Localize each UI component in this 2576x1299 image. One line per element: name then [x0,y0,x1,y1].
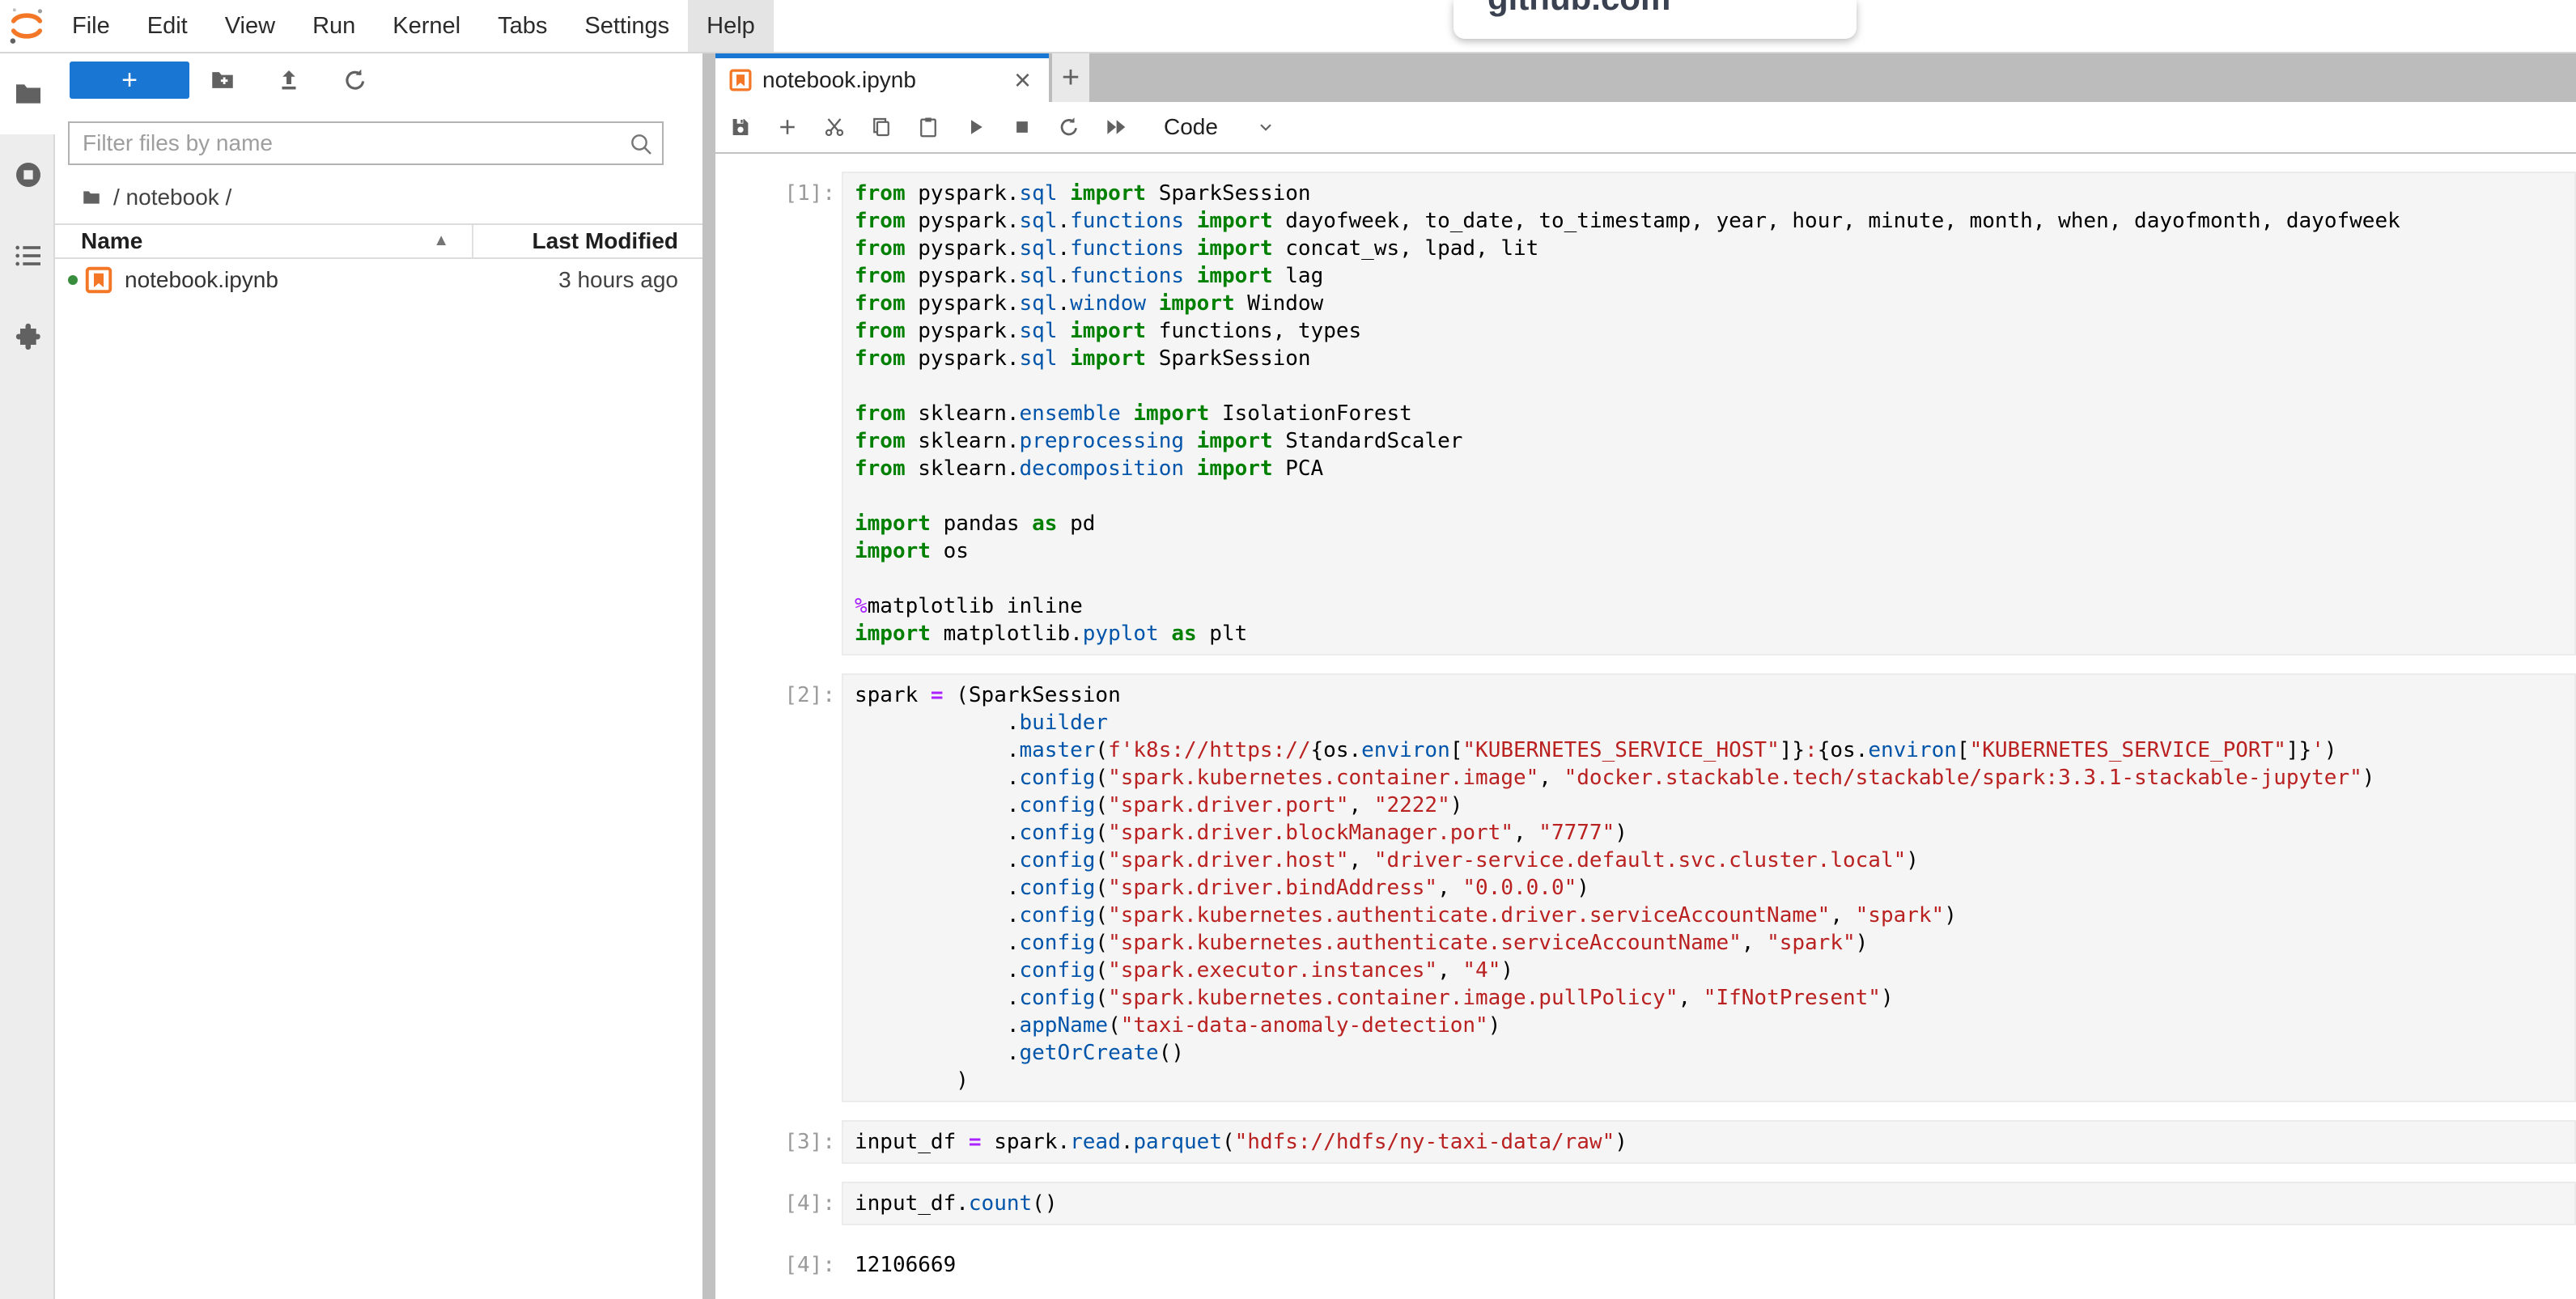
menu-items: FileEditViewRunKernelTabsSettingsHelp [53,0,774,52]
main-area: + / notebook / Name ▲ Last Modified note… [0,53,2576,1299]
notebook-file-icon [728,68,753,92]
file-list-header: Name ▲ Last Modified [55,223,702,259]
restart-icon [1057,115,1081,139]
search-icon [628,131,654,157]
run-all-icon [1104,115,1128,139]
menu-bar: FileEditViewRunKernelTabsSettingsHelp [0,0,2576,53]
column-header-last-modified[interactable]: Last Modified [472,225,702,257]
jupyter-logo-icon [6,5,48,47]
restart-run-all-button[interactable] [1093,103,1139,151]
file-browser-scrollbar[interactable] [702,53,715,1299]
cell-prompt: [4]: [715,1243,842,1287]
kernel-running-dot [68,275,78,285]
home-folder-icon [81,187,102,208]
cell-editor[interactable]: input_df = spark.read.parquet("hdfs://hd… [842,1120,2576,1164]
cell-prompt: [1]: [715,172,842,656]
cell-editor[interactable]: input_df.count() [842,1182,2576,1225]
code-cell-3: [3]:input_df = spark.read.parquet("hdfs:… [715,1120,2576,1164]
refresh-icon [342,66,369,94]
file-row[interactable]: notebook.ipynb3 hours ago [55,261,702,299]
new-folder-icon [209,66,236,94]
add-icon [775,115,800,139]
stop-icon [1010,115,1034,139]
file-name: notebook.ipynb [125,267,472,293]
tab-label: notebook.ipynb [762,67,1009,93]
filter-files-input[interactable] [68,121,664,165]
toc-list-icon [12,240,45,272]
run-icon [963,115,987,139]
cut-cells-button[interactable] [811,103,858,151]
cell-type-dropdown[interactable]: Code [1164,114,1276,140]
dock-panel: notebook.ipynb×+ Code [1]:from pyspark.s… [715,53,2576,1299]
output-cell-5: [4]:12106669 [715,1243,2576,1287]
cut-icon [822,115,847,139]
cell-type-value: Code [1164,114,1218,140]
copy-cells-button[interactable] [858,103,905,151]
activity-bar [0,53,55,1299]
puzzle-icon [12,321,45,353]
cutoff-popup: github.com [1454,0,1857,39]
code-cell-1: [1]:from pyspark.sql import SparkSession… [715,172,2576,656]
interrupt-kernel-button[interactable] [999,103,1046,151]
code-cell-2: [2]:spark = (SparkSession .builder .mast… [715,673,2576,1102]
new-folder-button[interactable] [189,62,256,99]
filter-box [68,121,664,165]
notebook-toolbar-buttons [717,103,1139,151]
cell-editor[interactable]: from pyspark.sql import SparkSessionfrom… [842,172,2576,656]
menu-item-tabs[interactable]: Tabs [479,0,566,52]
menu-item-run[interactable]: Run [294,0,374,52]
file-browser-panel: + / notebook / Name ▲ Last Modified note… [55,53,702,1299]
close-tab-icon[interactable]: × [1009,66,1036,95]
refresh-button[interactable] [322,62,388,99]
popup-text: github.com [1487,0,1670,18]
tab-bar: notebook.ipynb×+ [715,53,2576,102]
sort-ascending-icon: ▲ [433,231,449,250]
sidebar-tab-extension-manager[interactable] [0,296,57,377]
cell-prompt: [3]: [715,1120,842,1164]
file-last-modified: 3 hours ago [472,267,702,293]
notebook-scroll-area[interactable]: [1]:from pyspark.sql import SparkSession… [715,154,2576,1299]
stop-circle-icon [12,159,45,191]
sidebar-tab-running-kernels[interactable] [0,134,57,215]
upload-button[interactable] [256,62,322,99]
file-list: notebook.ipynb3 hours ago [55,261,702,299]
restart-kernel-button[interactable] [1046,103,1093,151]
add-cell-button[interactable] [764,103,811,151]
breadcrumb[interactable]: / notebook / [81,181,231,214]
file-browser-toolbar: + [55,62,702,99]
breadcrumb-path: / notebook / [113,185,231,210]
cell-editor[interactable]: spark = (SparkSession .builder .master(f… [842,673,2576,1102]
save-icon [728,115,753,139]
menu-item-view[interactable]: View [206,0,294,52]
column-header-name[interactable]: Name ▲ [55,228,472,254]
folder-icon [12,78,45,110]
menu-item-file[interactable]: File [53,0,129,52]
sidebar-tab-table-of-contents[interactable] [0,215,57,296]
menu-item-settings[interactable]: Settings [566,0,688,52]
notebook-file-icon [84,265,113,295]
cell-prompt: [2]: [715,673,842,1102]
menu-item-help[interactable]: Help [688,0,774,52]
chevron-down-icon [1255,117,1276,138]
file-browser-toolbar-buttons [189,62,388,99]
run-cell-button[interactable] [952,103,999,151]
tab-notebook.ipynb[interactable]: notebook.ipynb× [715,53,1049,102]
paste-cells-button[interactable] [905,103,952,151]
menu-item-edit[interactable]: Edit [129,0,206,52]
cell-prompt: [4]: [715,1182,842,1225]
paste-icon [916,115,940,139]
menu-item-kernel[interactable]: Kernel [374,0,479,52]
sidebar-tab-file-browser[interactable] [0,53,57,134]
copy-icon [869,115,893,139]
save-button[interactable] [717,103,764,151]
code-cell-4: [4]:input_df.count() [715,1182,2576,1225]
notebook-toolbar: Code [715,102,2576,154]
new-launcher-button[interactable]: + [70,62,189,99]
upload-icon [275,66,303,94]
new-tab-button[interactable]: + [1052,53,1089,102]
jupyter-logo-icon [0,0,53,52]
cell-output-area: 12106669 [842,1243,2576,1287]
